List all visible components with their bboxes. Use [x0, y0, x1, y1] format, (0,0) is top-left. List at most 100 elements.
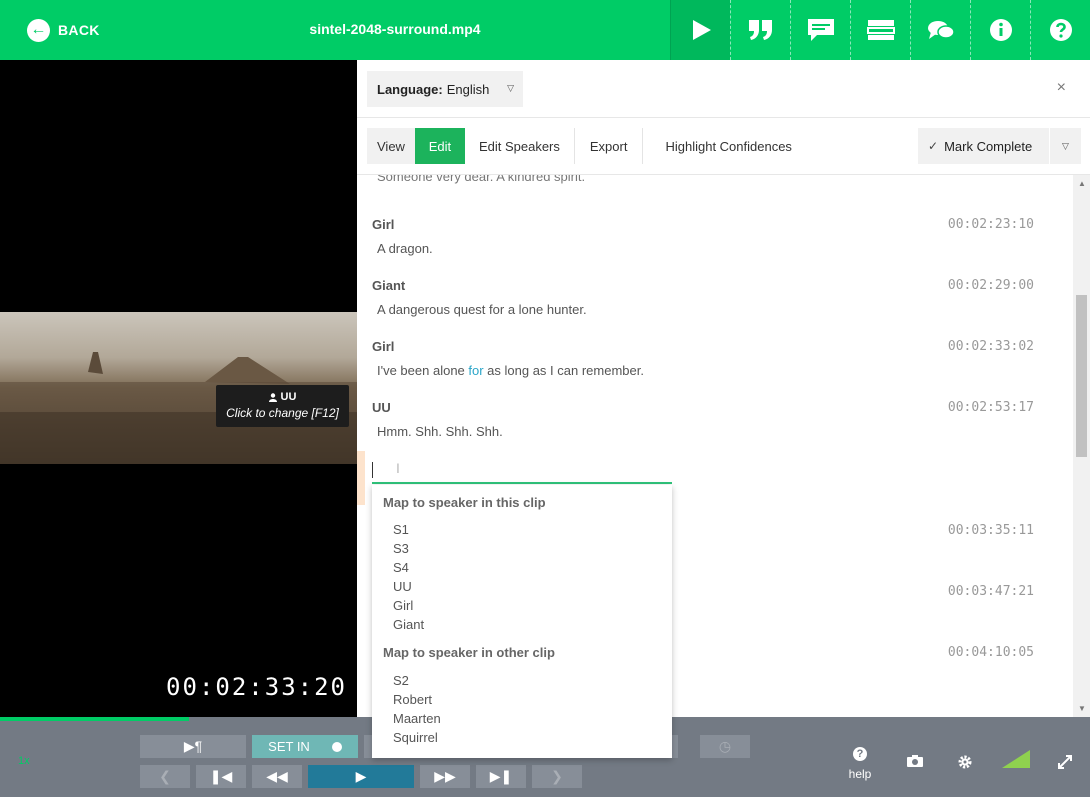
ibeam-cursor-icon: I — [396, 460, 400, 476]
play-paragraph-icon: ▶¶ — [183, 738, 203, 754]
chevron-right-icon: ❯ — [551, 768, 563, 784]
entry-timestamp[interactable]: 00:03:35:11 — [948, 523, 1034, 538]
speaker-option[interactable]: S4 — [372, 558, 672, 577]
skip-end-button[interactable]: ▶❚ — [476, 765, 526, 788]
check-icon: ✓ — [928, 139, 939, 153]
zoom-level[interactable]: 1x — [18, 755, 30, 767]
set-out-button[interactable] — [364, 735, 372, 758]
entry-timestamp[interactable]: 00:02:23:10 — [948, 217, 1034, 232]
language-select[interactable]: Language: English ▽ — [367, 71, 523, 107]
text-segment: I've been alone — [377, 363, 469, 378]
quote-button[interactable] — [730, 0, 790, 60]
tab-edit[interactable]: Edit — [414, 128, 465, 164]
play-mode-button[interactable] — [670, 0, 730, 60]
play-icon — [692, 20, 711, 40]
tab-view[interactable]: View — [367, 128, 415, 164]
entry-timestamp[interactable]: 00:02:29:00 — [948, 278, 1034, 293]
entry-timestamp[interactable]: 00:02:53:17 — [948, 400, 1034, 415]
clock-icon: ◷ — [718, 738, 732, 754]
gear-icon[interactable] — [957, 754, 973, 773]
tab-edit-speakers[interactable]: Edit Speakers — [465, 128, 575, 164]
scrollbar[interactable]: ▲ ▼ — [1073, 175, 1090, 717]
play-button[interactable]: ▶ — [308, 765, 414, 788]
scroll-up-icon[interactable]: ▲ — [1078, 179, 1086, 188]
speaker-option[interactable]: Robert — [372, 690, 672, 709]
speaker-option[interactable]: S1 — [372, 520, 672, 539]
play-paragraph-button[interactable]: ▶¶ — [140, 735, 246, 758]
fast-forward-button[interactable]: ▶▶ — [420, 765, 470, 788]
transcript-entry: Giant 00:02:29:00 A dangerous quest for … — [372, 278, 1034, 317]
info-button[interactable] — [970, 0, 1030, 60]
layout-button[interactable] — [850, 0, 910, 60]
user-icon — [268, 392, 277, 402]
transcript-text[interactable]: A dragon. — [377, 241, 1034, 256]
mark-complete-dropdown[interactable]: ▽ — [1050, 128, 1081, 164]
speaker-option[interactable]: Giant — [372, 615, 672, 634]
help-button[interactable]: ? help — [845, 747, 875, 781]
speaker-name[interactable]: Girl — [372, 217, 1034, 232]
low-confidence-word[interactable]: for — [468, 363, 483, 378]
rewind-button[interactable]: ◀◀ — [252, 765, 302, 788]
quote-icon — [748, 20, 772, 40]
scroll-down-icon[interactable]: ▼ — [1078, 704, 1086, 713]
caret-down-icon: ▽ — [507, 83, 514, 93]
set-in-label: SET IN — [268, 739, 310, 754]
speaker-option[interactable]: UU — [372, 577, 672, 596]
fullscreen-icon[interactable] — [1057, 754, 1073, 773]
prev-button[interactable]: ❮ — [140, 765, 190, 788]
entry-timestamp[interactable]: 00:02:33:02 — [948, 339, 1034, 354]
current-speaker: UU — [280, 391, 297, 403]
record-dot-icon — [331, 741, 342, 752]
scrollbar-thumb[interactable] — [1076, 295, 1087, 457]
speaker-name[interactable]: UU — [372, 400, 1034, 415]
speaker-option[interactable]: Girl — [372, 596, 672, 615]
close-icon[interactable]: × — [1057, 79, 1066, 97]
clock-button[interactable]: ◷ — [700, 735, 750, 758]
rewind-icon: ◀◀ — [266, 768, 288, 784]
entry-timestamp[interactable]: 00:03:47:21 — [948, 584, 1034, 599]
play-icon: ▶ — [355, 768, 367, 784]
dropdown-heading: Map to speaker in this clip — [383, 495, 546, 510]
help-button[interactable] — [1030, 0, 1090, 60]
set-in-button[interactable]: SET IN — [252, 735, 358, 758]
comments-button[interactable] — [910, 0, 970, 60]
mark-complete-button[interactable]: ✓ Mark Complete — [918, 128, 1049, 164]
speaker-option[interactable]: S3 — [372, 539, 672, 558]
speaker-hint: Click to change [F12] — [226, 406, 339, 420]
tab-highlight-confidences[interactable]: Highlight Confidences — [643, 128, 813, 164]
speaker-name[interactable]: Giant — [372, 278, 1034, 293]
toolbar — [670, 0, 1090, 60]
help-label: help — [848, 767, 872, 781]
skip-start-button[interactable]: ❚◀ — [196, 765, 246, 788]
speaker-name[interactable]: Girl — [372, 339, 1034, 354]
control-button[interactable] — [672, 735, 678, 758]
speaker-option[interactable]: Squirrel — [372, 728, 672, 747]
volume-icon[interactable] — [1002, 750, 1030, 771]
speaker-change-tooltip[interactable]: UU Click to change [F12] — [216, 385, 349, 427]
playback-progress-bar[interactable] — [0, 717, 189, 721]
entry-timestamp[interactable]: 00:04:10:05 — [948, 645, 1034, 660]
top-bar: ← BACK sintel-2048-surround.mp4 — [0, 0, 1090, 60]
language-value: English — [446, 81, 490, 97]
subtitles-button[interactable] — [790, 0, 850, 60]
skip-forward-icon: ▶❚ — [489, 768, 513, 784]
tab-export[interactable]: Export — [575, 128, 644, 164]
back-button[interactable]: ← BACK — [27, 17, 100, 43]
question-icon: ? — [853, 747, 867, 761]
speaker-input[interactable]: I — [372, 458, 672, 484]
caret-down-icon: ▽ — [1062, 140, 1069, 151]
speaker-option[interactable]: Maarten — [372, 709, 672, 728]
speaker-option[interactable]: S2 — [372, 671, 672, 690]
next-button[interactable]: ❯ — [532, 765, 582, 788]
camera-icon[interactable] — [906, 754, 924, 771]
transcript-text[interactable]: Someone very dear. A kindred spirit. — [377, 175, 585, 184]
transcript-text[interactable]: Hmm. Shh. Shh. Shh. — [377, 424, 1034, 439]
layout-icon — [866, 20, 895, 40]
language-label: Language: — [377, 81, 443, 97]
comments-icon — [927, 21, 955, 39]
speaker-dropdown: Map to speaker in this clip S1 S3 S4 UU … — [372, 485, 672, 758]
transcript-text[interactable]: I've been alone for as long as I can rem… — [377, 363, 1034, 378]
text-segment: as long as I can remember. — [483, 363, 644, 378]
chevron-left-icon: ❮ — [159, 768, 171, 784]
transcript-text[interactable]: A dangerous quest for a lone hunter. — [377, 302, 1034, 317]
